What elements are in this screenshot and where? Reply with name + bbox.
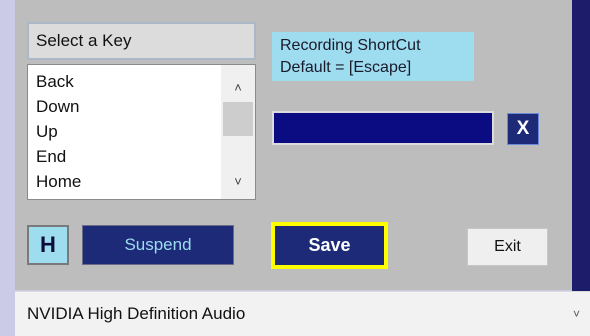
h-button[interactable]: H xyxy=(27,225,69,265)
suspend-button[interactable]: Suspend xyxy=(82,225,234,265)
audio-device-select[interactable]: NVIDIA High Definition Audio ˅ xyxy=(15,291,590,336)
exit-button[interactable]: Exit xyxy=(467,228,548,266)
recording-shortcut-info: Recording ShortCut Default = [Escape] xyxy=(272,32,474,81)
chevron-down-icon[interactable]: ˅ xyxy=(573,292,580,336)
audio-device-value: NVIDIA High Definition Audio xyxy=(27,304,246,323)
window-edge-strip xyxy=(572,0,590,291)
recording-title: Recording ShortCut xyxy=(280,37,421,54)
chevron-down-icon[interactable]: ˅ xyxy=(221,171,255,193)
select-key-label: Select a Key xyxy=(27,22,256,60)
key-list[interactable]: Back Down Up End Home ˄ ˅ xyxy=(27,64,256,200)
recording-default: Default = [Escape] xyxy=(280,59,412,76)
scrollbar-thumb[interactable] xyxy=(223,102,253,136)
clear-shortcut-button[interactable]: X xyxy=(507,113,539,145)
shortcut-input[interactable] xyxy=(272,111,494,145)
chevron-up-icon[interactable]: ˄ xyxy=(221,77,255,99)
save-button[interactable]: Save xyxy=(271,222,388,269)
key-list-scrollbar[interactable]: ˄ ˅ xyxy=(221,65,255,199)
